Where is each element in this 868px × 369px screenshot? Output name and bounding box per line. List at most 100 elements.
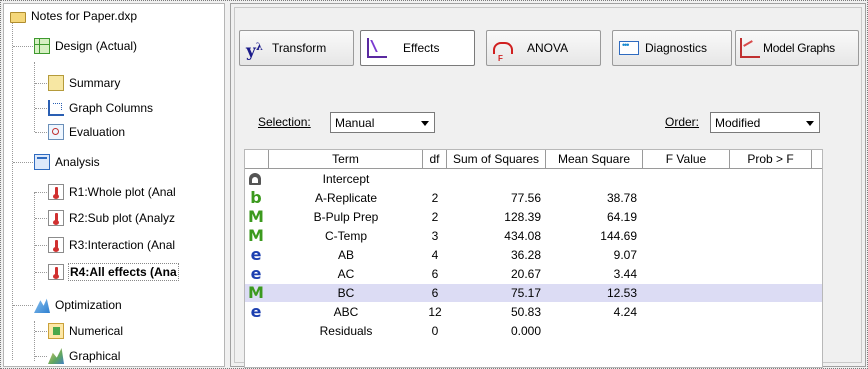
effect-status-b-icon[interactable]: b <box>248 190 264 206</box>
selection-label: Selection: <box>258 115 311 129</box>
tab-effects[interactable]: Effects <box>360 30 475 66</box>
sum-of-squares-cell: 75.17 <box>510 286 541 300</box>
df-cell: 3 <box>431 229 439 243</box>
table-row[interactable]: M BC 6 75.17 12.53 <box>245 284 822 302</box>
effect-status-empty-icon[interactable] <box>248 323 264 339</box>
table-row[interactable]: e AC 6 20.67 3.44 <box>245 265 822 283</box>
sum-of-squares-cell: 20.67 <box>510 267 541 281</box>
effect-status-e-icon[interactable]: e <box>248 266 264 282</box>
sum-of-squares-cell: 434.08 <box>504 229 541 243</box>
tree-item-numerical[interactable]: Numerical <box>48 321 123 341</box>
df-cell: 6 <box>431 267 439 281</box>
table-row[interactable]: b A-Replicate 2 77.56 38.78 <box>245 189 822 207</box>
tree-item-label: Evaluation <box>69 125 126 139</box>
tree-guide-line <box>34 321 35 361</box>
table-row[interactable]: Residuals 0 0.000 <box>245 322 822 340</box>
df-cell: 2 <box>431 210 439 224</box>
tab-diagnostics[interactable]: Diagnostics <box>612 30 732 66</box>
table-row[interactable]: e ABC 12 50.83 4.24 <box>245 303 822 321</box>
df-cell: 0 <box>431 324 439 338</box>
sum-of-squares-cell <box>447 170 546 188</box>
mean-square-cell <box>546 170 643 188</box>
mean-square-cell: 3.44 <box>613 267 637 281</box>
lock-icon[interactable] <box>249 173 261 185</box>
tree-item-root[interactable]: Notes for Paper.dxp <box>10 6 137 26</box>
tree-item-label: Summary <box>69 76 121 90</box>
effect-status-M-icon[interactable]: M <box>248 285 264 301</box>
mean-square-cell: 144.69 <box>600 229 637 243</box>
tab-label: Model Graphs <box>763 41 835 55</box>
thermometer-icon <box>48 184 64 200</box>
column-header-sum-of-squares[interactable]: Sum of Squares <box>447 150 546 169</box>
tree-item-analysis[interactable]: Analysis <box>34 152 100 172</box>
column-header-df[interactable]: df <box>423 150 447 169</box>
tree-item-label: R3:Interaction (Anal <box>69 238 176 252</box>
analysis-icon <box>34 154 50 170</box>
column-header-f-value[interactable]: F Value <box>643 150 730 169</box>
term-cell: ABC <box>333 305 359 319</box>
effect-status-M-icon[interactable]: M <box>248 209 264 225</box>
transform-icon: yλ <box>246 41 263 62</box>
diagnostics-icon <box>619 40 639 55</box>
graph-columns-icon <box>48 100 64 116</box>
term-cell: BC <box>337 286 355 300</box>
sum-of-squares-cell: 50.83 <box>510 305 541 319</box>
tree-item-label: R1:Whole plot (Anal <box>69 185 176 199</box>
effects-icon <box>367 38 387 58</box>
tree-item-r1[interactable]: R1:Whole plot (Anal <box>48 182 176 202</box>
tree-item-r4[interactable]: R4:All effects (Ana <box>48 262 179 282</box>
sum-of-squares-cell: 128.39 <box>504 210 541 224</box>
table-row[interactable]: Intercept <box>245 170 822 188</box>
tab-anova[interactable]: ANOVA <box>486 30 601 66</box>
tree-item-label: Analysis <box>55 155 100 169</box>
tree-item-summary[interactable]: Summary <box>48 73 120 93</box>
tab-transform[interactable]: yλ Transform <box>239 30 354 66</box>
df-cell: 4 <box>431 248 439 262</box>
tree-item-label: Design (Actual) <box>55 39 138 53</box>
sum-of-squares-cell: 36.28 <box>510 248 541 262</box>
navigation-tree: Notes for Paper.dxp Design (Actual) Summ… <box>3 3 225 367</box>
table-row[interactable]: e AB 4 36.28 9.07 <box>245 246 822 264</box>
tree-item-evaluation[interactable]: Evaluation <box>48 122 125 142</box>
column-header-symbol[interactable] <box>245 150 269 169</box>
column-header-mean-square[interactable]: Mean Square <box>546 150 643 169</box>
mean-square-cell: 12.53 <box>606 286 637 300</box>
tree-item-graphical[interactable]: Graphical <box>48 346 120 366</box>
term-cell: AB <box>337 248 354 262</box>
table-row[interactable]: M C-Temp 3 434.08 144.69 <box>245 227 822 245</box>
thermometer-icon <box>48 210 64 226</box>
term-cell: AC <box>337 267 355 281</box>
tree-item-design[interactable]: Design (Actual) <box>34 36 137 56</box>
order-dropdown[interactable]: Modified <box>710 112 820 133</box>
column-header-term[interactable]: Term <box>269 150 423 169</box>
effect-status-e-icon[interactable]: e <box>248 304 264 320</box>
chevron-down-icon <box>806 121 814 126</box>
optimization-icon <box>34 298 50 313</box>
effect-status-e-icon[interactable]: e <box>248 247 264 263</box>
tree-item-optimization[interactable]: Optimization <box>34 295 122 315</box>
app-window: Notes for Paper.dxp Design (Actual) Summ… <box>0 0 868 369</box>
tree-item-label: R4:All effects (Ana <box>68 263 179 281</box>
table-row[interactable]: M B-Pulp Prep 2 128.39 64.19 <box>245 208 822 226</box>
order-label: Order: <box>665 115 700 129</box>
tab-label: Diagnostics <box>645 41 708 55</box>
effects-table: Term df Sum of Squares Mean Square F Val… <box>244 149 823 368</box>
tree-item-label: R2:Sub plot (Analyz <box>69 211 176 225</box>
tab-label: Transform <box>272 41 327 55</box>
df-cell: 12 <box>428 305 442 319</box>
tree-item-label: Graphical <box>69 349 121 363</box>
selection-dropdown[interactable]: Manual <box>330 112 435 133</box>
tree-item-graph-columns[interactable]: Graph Columns <box>48 98 153 118</box>
tree-item-label: Notes for Paper.dxp <box>31 9 138 23</box>
effect-status-M-icon[interactable]: M <box>248 228 264 244</box>
sum-of-squares-cell: 77.56 <box>510 191 541 205</box>
column-header-prob-f[interactable]: Prob > F <box>730 150 812 169</box>
tab-model-graphs[interactable]: Model Graphs <box>735 30 859 66</box>
term-cell: Residuals <box>319 324 373 338</box>
tree-item-label: Optimization <box>55 298 122 312</box>
df-cell: 6 <box>431 286 439 300</box>
chevron-down-icon <box>421 121 429 126</box>
tree-item-r2[interactable]: R2:Sub plot (Analyz <box>48 208 175 228</box>
term-cell: Intercept <box>322 172 370 186</box>
tree-item-r3[interactable]: R3:Interaction (Anal <box>48 235 175 255</box>
